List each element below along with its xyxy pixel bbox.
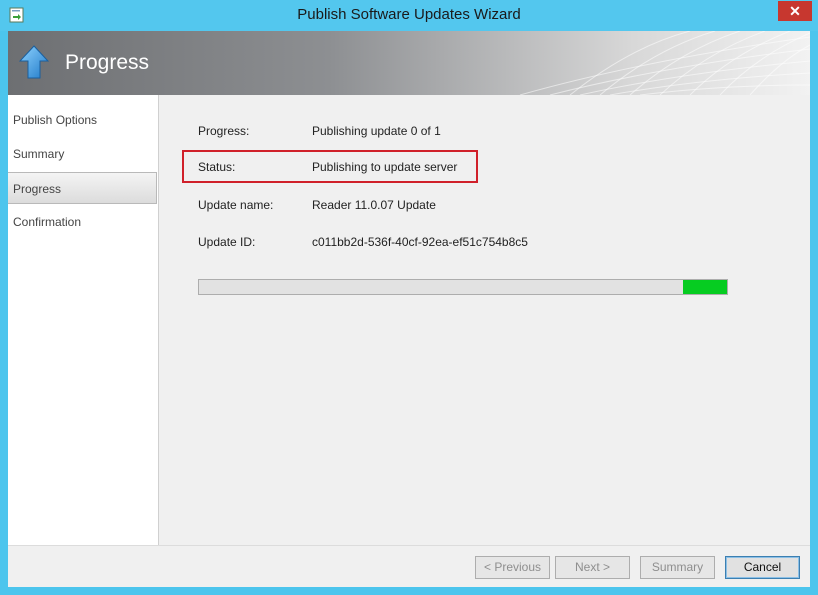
next-button[interactable]: Next >	[555, 556, 630, 579]
status-label: Status:	[198, 160, 236, 174]
update-name-label: Update name:	[198, 198, 274, 212]
wizard-window: Publish Software Updates Wizard ✕ Progre…	[0, 0, 818, 595]
wizard-body: Progress Publish Options Summary Progres…	[8, 31, 810, 587]
page-header: Progress	[8, 31, 810, 95]
sidebar-item-confirmation[interactable]: Confirmation	[8, 206, 157, 238]
progress-bar	[198, 279, 728, 295]
progress-value: Publishing update 0 of 1	[312, 124, 441, 138]
sidebar-item-publish-options[interactable]: Publish Options	[8, 104, 157, 136]
window-title: Publish Software Updates Wizard	[297, 6, 521, 23]
wizard-footer: < Previous Next > Summary Cancel	[8, 545, 810, 587]
update-name-value: Reader 11.0.07 Update	[312, 198, 436, 212]
wizard-steps-sidebar: Publish Options Summary Progress Confirm…	[8, 95, 159, 545]
header-decoration	[519, 31, 810, 95]
progress-label: Progress:	[198, 124, 250, 138]
summary-button[interactable]: Summary	[640, 556, 715, 579]
previous-button[interactable]: < Previous	[475, 556, 550, 579]
sidebar-item-summary[interactable]: Summary	[8, 138, 157, 170]
sidebar-item-progress[interactable]: Progress	[8, 172, 157, 204]
progress-panel: Progress: Publishing update 0 of 1 Statu…	[159, 95, 810, 545]
up-arrow-icon	[19, 45, 49, 79]
close-button[interactable]: ✕	[778, 1, 812, 21]
status-value: Publishing to update server	[312, 160, 458, 174]
page-title: Progress	[65, 51, 150, 74]
progress-bar-fill	[683, 280, 727, 294]
cancel-button[interactable]: Cancel	[725, 556, 800, 579]
update-id-label: Update ID:	[198, 235, 256, 249]
update-id-value: c011bb2d-536f-40cf-92ea-ef51c754b8c5	[312, 235, 528, 249]
title-bar: Publish Software Updates Wizard ✕	[0, 0, 818, 31]
